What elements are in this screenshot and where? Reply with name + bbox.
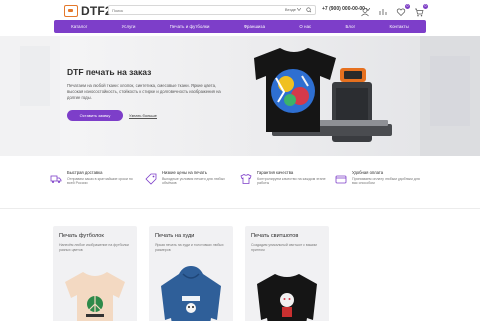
nav-item-about[interactable]: О нас [299,24,311,29]
feature-text: Контролируем качество на каждом этапе ра… [257,176,326,186]
nav-item-services[interactable]: Услуги [122,24,136,29]
cart-icon [415,8,424,17]
chevron-down-icon [297,8,301,11]
products-section: Печать футболок Нанесём любое изображени… [0,209,480,321]
compare-button[interactable] [378,4,390,15]
order-button[interactable]: Оставить заявку [67,110,123,121]
feature-title: Быстрая доставка [67,170,103,175]
product-card-sweatshirt[interactable]: Печать свитшотов Создадим уникальный сви… [245,226,329,321]
main-nav: Каталог Услуги Печать и футболки Франшиз… [54,20,426,33]
compare-icon [379,9,387,15]
feature-text: Отправим заказ в кратчайшие сроки по все… [67,176,133,186]
tshirt-icon [240,174,252,184]
nav-item-printing[interactable]: Печать и футболки [170,24,210,29]
hero-text: Печатаем на любой ткани: хлопок, синтети… [67,83,221,100]
feature-prices: Низкие цены на печать Выгодные условия п… [145,170,240,194]
tshirt-press-image [254,48,392,142]
card-title: Печать на худи [155,233,195,239]
feature-body: Низкие цены на печать Выгодные условия п… [162,170,234,194]
hero-banner: DTF печать на заказ Печатаем на любой тк… [0,36,480,156]
account-button[interactable] [360,4,372,17]
feature-body: Гарантия качества Контролируем качество … [257,170,329,194]
card-text: Яркая печать на худи и толстовках любых … [155,243,224,252]
feature-title: Гарантия качества [257,170,294,175]
truck-icon [50,175,62,183]
phone-text: +7 (900) 000-00-00 [322,6,365,12]
header-icons: 0 0 [360,4,428,17]
feature-text: Выгодные условия печати для любых объёмо… [162,176,225,186]
card-text: Создадим уникальный свитшот с вашим прин… [251,243,317,252]
nav-item-franchise[interactable]: Франшиза [244,24,265,29]
features-row: Быстрая доставка Отправим заказ в кратча… [40,170,440,194]
feature-body: Быстрая доставка Отправим заказ в кратча… [67,170,139,194]
search-category-label: Везде [284,7,296,12]
search-category-select[interactable]: Везде [285,7,301,12]
nav-item-contacts[interactable]: Контакты [389,24,408,29]
feature-delivery: Быстрая доставка Отправим заказ в кратча… [50,170,145,194]
card-text: Нанесём любое изображение на футболки ра… [59,243,129,252]
cart-count-badge: 0 [423,4,428,9]
feature-title: Удобная оплата [352,170,384,175]
card-icon [335,175,347,184]
feature-quality: Гарантия качества Контролируем качество … [240,170,335,194]
card-title: Печать свитшотов [251,233,299,239]
feature-text: Принимаем оплату любым удобным для вас с… [352,176,420,186]
sweatshirt-image [257,274,317,321]
card-title: Печать футболок [59,233,104,239]
heart-icon [396,8,406,16]
logo-icon [64,5,78,17]
feature-body: Удобная оплата Принимаем оплату любым уд… [352,170,424,194]
wishlist-button[interactable]: 0 [396,4,410,16]
product-card-hoodie[interactable]: Печать на худи Яркая печать на худи и то… [149,226,233,321]
hero-title: DTF печать на заказ [67,67,152,77]
tshirt-image [65,272,125,321]
search-input[interactable] [112,6,282,14]
site-header: DTF24 Везде +7 (900) 000-00-00 0 0 [0,0,480,20]
feature-payment: Удобная оплата Принимаем оплату любым уд… [335,170,430,194]
user-icon [361,8,369,17]
search-icon[interactable] [305,7,313,13]
search-bar: Везде [108,5,316,15]
learn-more-link[interactable]: Узнать больше [129,113,157,119]
wishlist-count-badge: 0 [405,4,410,9]
feature-title: Низкие цены на печать [162,170,207,175]
cart-button[interactable]: 0 [414,4,428,17]
nav-item-blog[interactable]: Блог [346,24,356,29]
product-card-tshirt[interactable]: Печать футболок Нанесём любое изображени… [53,226,137,321]
nav-item-catalog[interactable]: Каталог [71,24,87,29]
tag-icon [145,173,157,185]
hoodie-image [161,266,221,321]
